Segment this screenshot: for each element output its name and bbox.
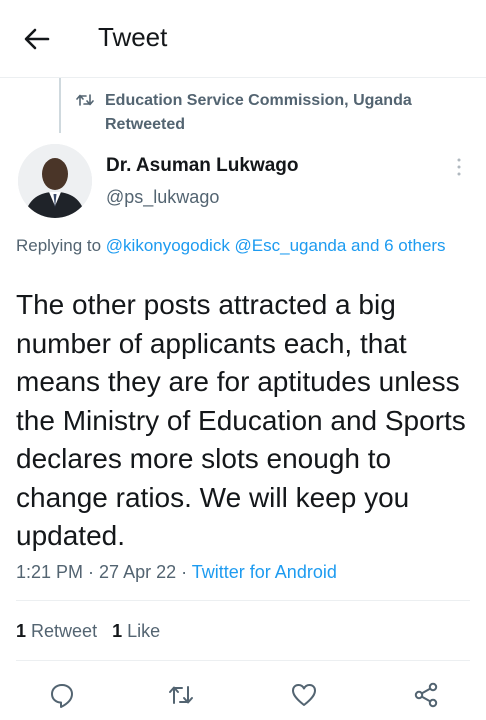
tweet-date: 27 Apr 22	[99, 562, 177, 582]
retweets-count: 1	[16, 621, 27, 641]
page-title: Tweet	[98, 22, 168, 52]
share-icon[interactable]	[411, 680, 441, 710]
tweet-header: Tweet	[0, 0, 486, 78]
retweets-label: Retweet	[31, 621, 98, 641]
retweet-icon[interactable]	[166, 680, 196, 710]
author-name[interactable]: Dr. Asuman Lukwago	[106, 155, 299, 177]
divider	[0, 77, 486, 78]
likes-label: Like	[127, 621, 161, 641]
reply-mentions-link[interactable]: @kikonyogodick @Esc_uganda and 6 others	[106, 236, 446, 255]
author-handle[interactable]: @ps_lukwago	[106, 187, 219, 208]
thread-line	[59, 78, 61, 133]
retweets-stat[interactable]: 1 Retweet	[16, 621, 97, 641]
meta-separator: ·	[83, 562, 100, 582]
tweet-text: The other posts attracted a big number o…	[16, 289, 466, 551]
more-options-icon[interactable]	[452, 156, 466, 178]
divider	[16, 600, 470, 601]
tweet-stats: 1 Retweet 1 Like	[16, 621, 160, 642]
tweet-source-link[interactable]: Twitter for Android	[192, 562, 337, 582]
likes-count: 1	[112, 621, 123, 641]
replying-to-prefix: Replying to	[16, 236, 106, 255]
retweet-icon	[76, 93, 94, 107]
avatar[interactable]	[18, 144, 92, 218]
replying-to: Replying to @kikonyogodick @Esc_uganda a…	[16, 233, 466, 259]
arrow-left-icon[interactable]	[22, 24, 52, 54]
divider	[16, 660, 470, 661]
like-icon[interactable]	[289, 680, 319, 710]
tweet-time: 1:21 PM	[16, 562, 84, 582]
tweet-meta: 1:21 PM · 27 Apr 22 · Twitter for Androi…	[16, 562, 337, 583]
reply-icon[interactable]	[47, 680, 77, 710]
retweet-context-text[interactable]: Education Service Commission, Uganda Ret…	[105, 89, 465, 137]
likes-stat[interactable]: 1 Like	[112, 621, 160, 641]
meta-separator: ·	[176, 562, 192, 582]
